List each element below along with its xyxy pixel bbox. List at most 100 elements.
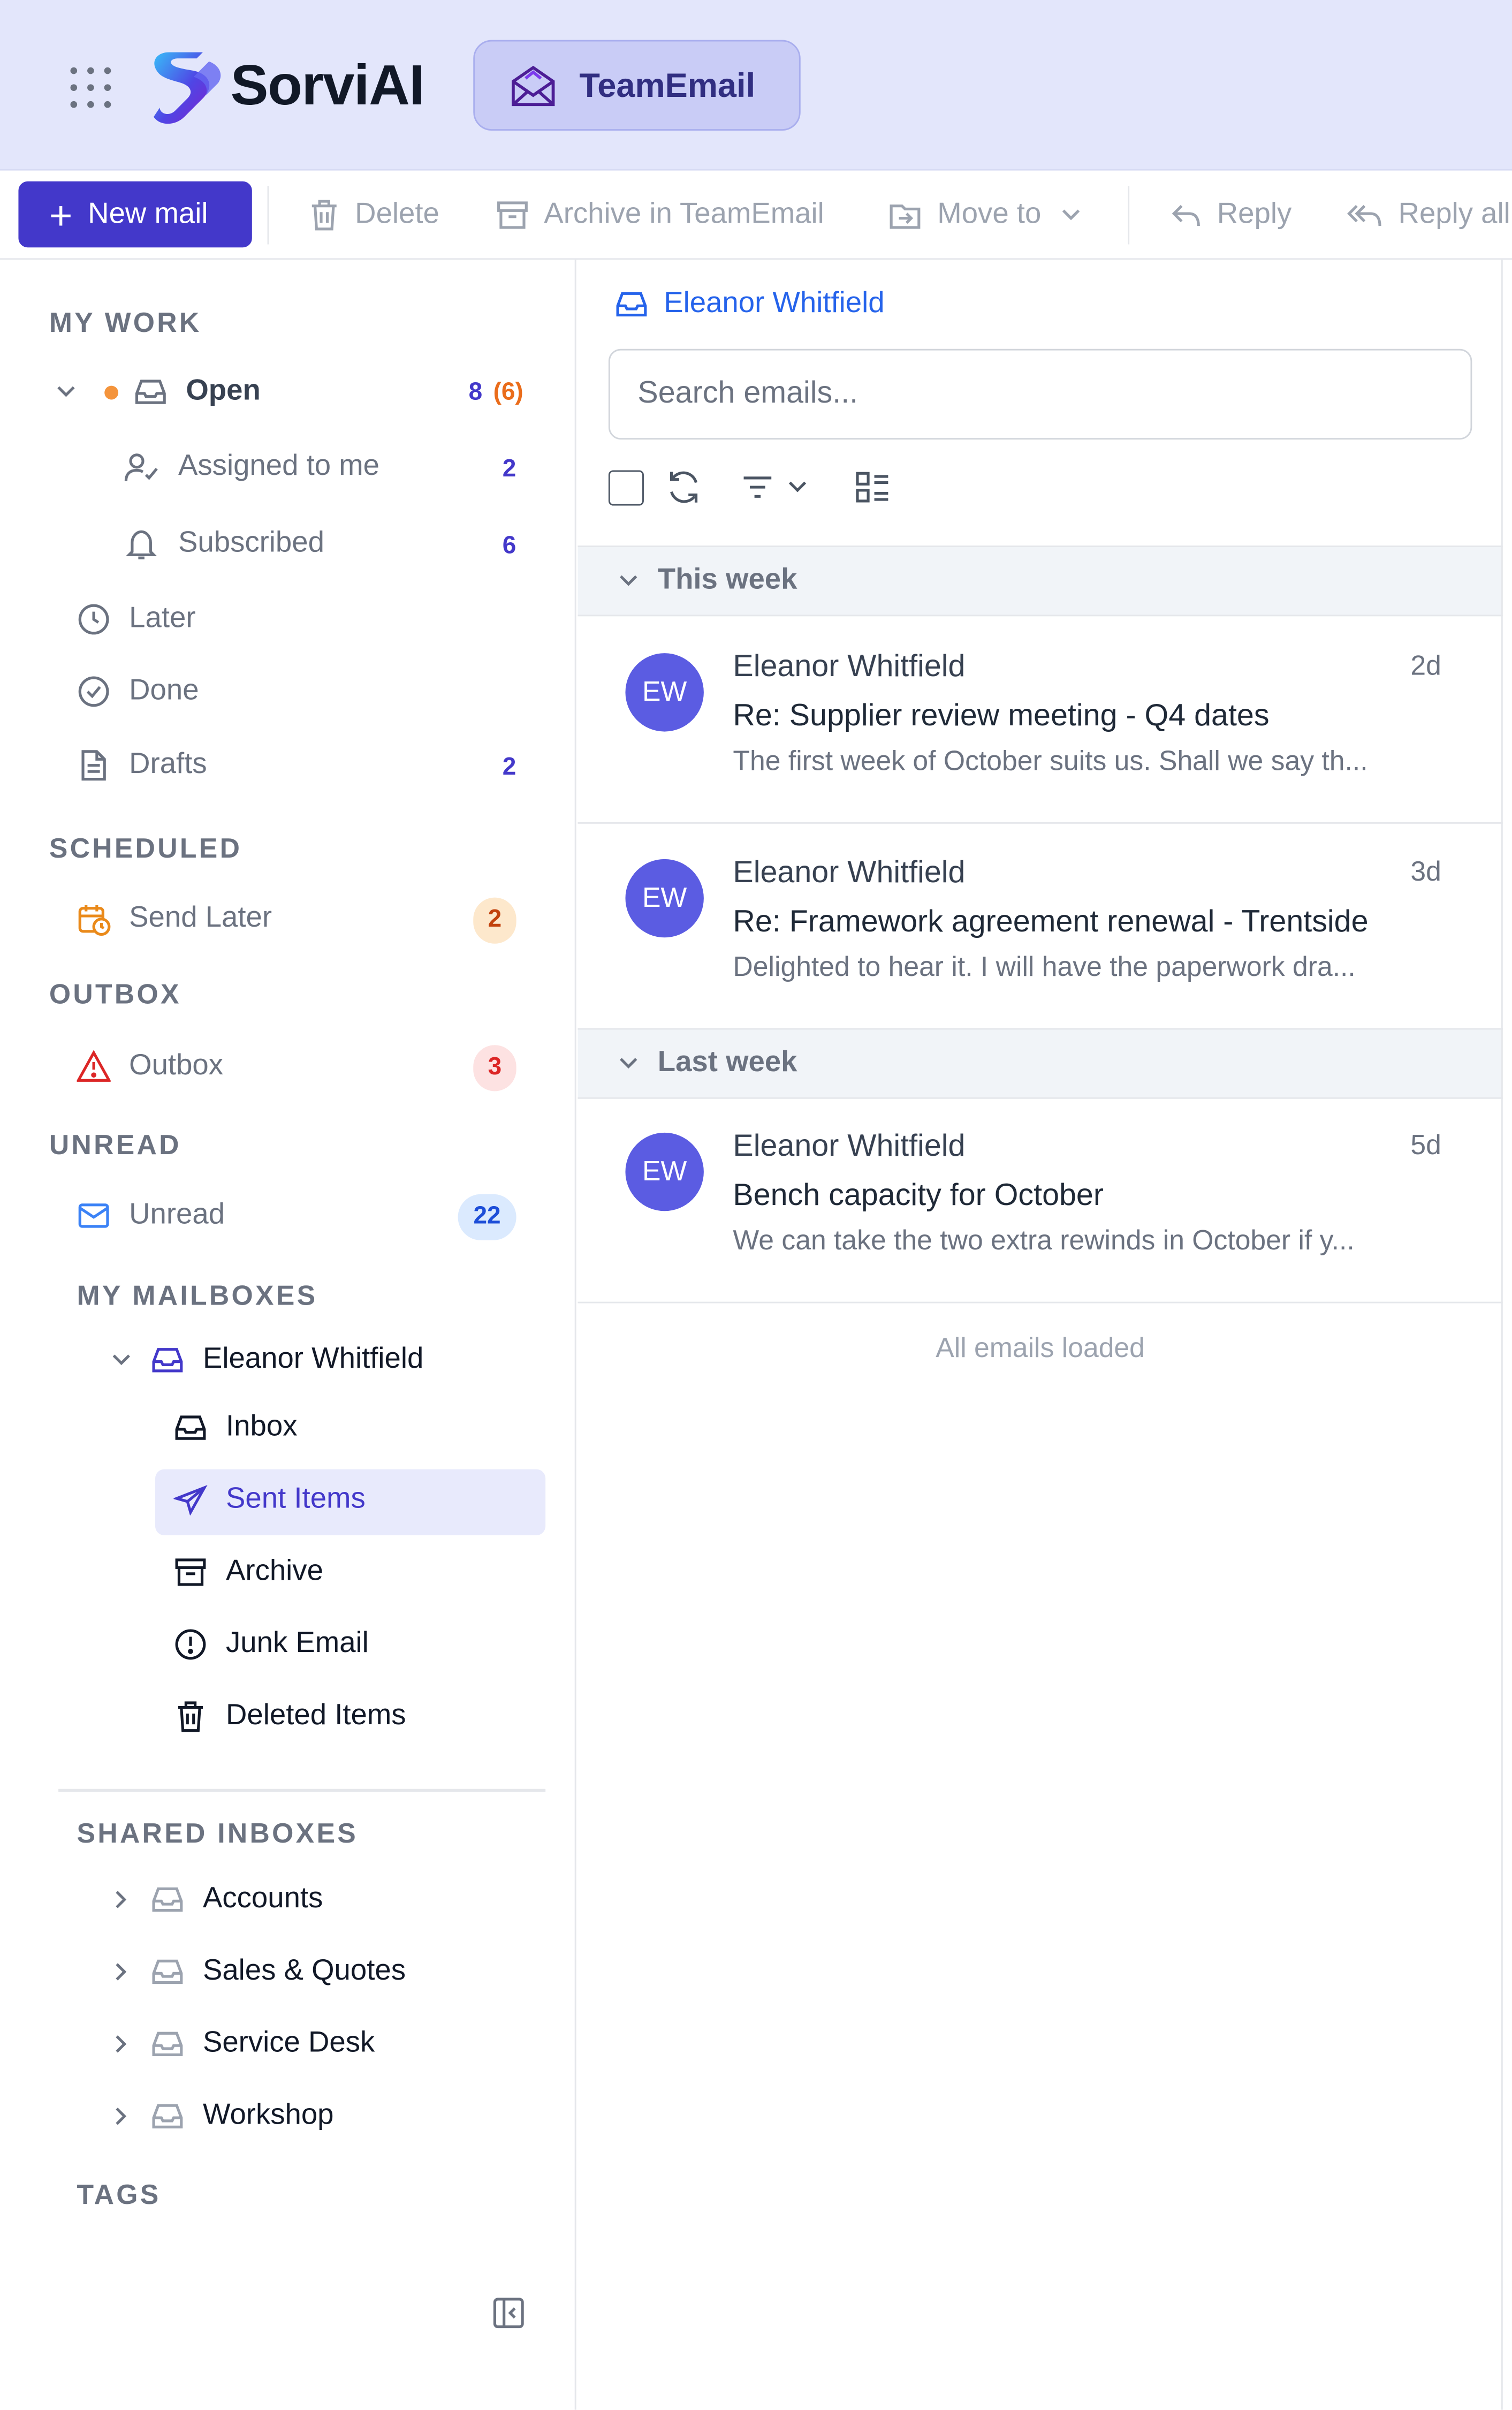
section-unread: UNREAD [49, 1130, 181, 1161]
folder-sent-items[interactable]: Sent Items [173, 1483, 366, 1517]
new-mail-button[interactable]: + New mail [18, 181, 252, 248]
view-options-icon[interactable] [854, 469, 891, 513]
sidebar-item-unread[interactable]: Unread [77, 1199, 225, 1232]
archive-icon [497, 201, 528, 229]
sidebar-item-done[interactable]: Done [77, 675, 199, 708]
list-actions [608, 466, 1069, 515]
email-preview: Delighted to hear it. I will have the pa… [733, 951, 1356, 982]
drafts-count: 2 [502, 754, 516, 781]
archive-icon [175, 1558, 206, 1586]
sidebar-item-later[interactable]: Later [77, 602, 196, 636]
email-sender: Eleanor Whitfield [733, 650, 966, 684]
delete-label: Delete [355, 198, 439, 231]
envelope-open-icon [508, 62, 558, 108]
toolbar-divider [1128, 186, 1130, 245]
inbox-icon [152, 1959, 183, 1984]
email-subject: Bench capacity for October [733, 1179, 1104, 1213]
group-header-last-week[interactable]: Last week [578, 1028, 1503, 1099]
chevron-right-icon [116, 1891, 127, 1908]
outbox-count: 3 [473, 1045, 516, 1092]
email-preview: We can take the two extra rewinds in Oct… [733, 1225, 1355, 1256]
trash-icon [311, 200, 337, 231]
teamemail-app-button[interactable]: TeamEmail [473, 40, 801, 131]
brand-logo: SorviAI [148, 46, 425, 126]
email-sender: Eleanor Whitfield [733, 1130, 966, 1164]
folder-inbox[interactable]: Inbox [173, 1411, 297, 1445]
sidebar-item-subscribed[interactable]: Subscribed [123, 527, 324, 561]
chevron-right-icon [116, 2108, 127, 2125]
sidebar-item-drafts[interactable]: Drafts [77, 748, 207, 782]
group-label: This week [657, 564, 797, 596]
folder-junk[interactable]: Junk Email [173, 1627, 369, 1661]
brand-name: SorviAI [230, 54, 425, 117]
chevron-down-icon [57, 386, 75, 397]
folder-sent-items-label: Sent Items [226, 1483, 366, 1515]
current-mailbox[interactable]: Eleanor Whitfield [614, 287, 885, 321]
inbox-icon [616, 292, 647, 317]
app-launcher-icon[interactable] [67, 65, 113, 111]
archive-label: Archive in TeamEmail [544, 198, 824, 231]
pane-divider [1501, 260, 1503, 2410]
sidebar-item-assigned[interactable]: Assigned to me [123, 450, 379, 484]
trash-icon [178, 1701, 203, 1732]
filter-icon[interactable] [741, 472, 808, 502]
email-row[interactable]: EW Eleanor Whitfield 2d Re: Supplier rev… [578, 616, 1503, 824]
shared-inbox-workshop[interactable]: Workshop [113, 2100, 334, 2133]
bell-icon [125, 530, 157, 559]
group-header-this-week[interactable]: This week [578, 545, 1503, 617]
section-outbox: OUTBOX [49, 979, 181, 1010]
refresh-icon[interactable] [664, 467, 704, 515]
later-label: Later [129, 602, 196, 635]
sidebar-item-outbox[interactable]: Outbox [77, 1049, 224, 1083]
open-label: Open [186, 375, 261, 407]
sidebar-item-open[interactable]: Open [55, 375, 261, 409]
reply-all-button[interactable]: Reply all [1346, 171, 1510, 260]
email-list-pane: Eleanor Whitfield This week EW Eleanor W… [578, 260, 1503, 2410]
email-row[interactable]: EW Eleanor Whitfield 3d Re: Framework ag… [578, 824, 1503, 1030]
shared-inbox-sales-quotes[interactable]: Sales & Quotes [113, 1955, 406, 1989]
reply-all-label: Reply all [1398, 198, 1510, 231]
folder-archive-label: Archive [226, 1555, 323, 1588]
avatar: EW [625, 653, 704, 732]
section-my-mailboxes: MY MAILBOXES [77, 1280, 318, 1311]
warning-icon [77, 1050, 111, 1082]
sidebar-item-send-later[interactable]: Send Later [77, 902, 272, 936]
move-to-button[interactable]: Move to [888, 171, 1096, 260]
archive-button[interactable]: Archive in TeamEmail [496, 171, 824, 260]
mailbox-owner[interactable]: Eleanor Whitfield [111, 1343, 424, 1377]
search-input[interactable] [608, 348, 1472, 440]
collapse-sidebar-icon[interactable] [492, 2296, 526, 2338]
move-folder-icon [890, 204, 921, 229]
email-date: 3d [1410, 856, 1441, 887]
chevron-down-icon [620, 1058, 637, 1069]
avatar: EW [625, 1132, 704, 1211]
folder-archive[interactable]: Archive [173, 1555, 323, 1589]
mailbox-owner-label: Eleanor Whitfield [202, 1343, 424, 1376]
send-later-count: 2 [473, 897, 516, 944]
new-mail-label: New mail [88, 197, 208, 230]
subscribed-count: 6 [502, 533, 516, 560]
sorvi-logo-icon [154, 52, 221, 124]
shared-inbox-label: Service Desk [202, 2027, 375, 2060]
subscribed-label: Subscribed [178, 527, 324, 560]
outbox-label: Outbox [129, 1049, 224, 1082]
email-date: 5d [1410, 1130, 1441, 1161]
chevron-down-icon [112, 1354, 130, 1366]
delete-button[interactable]: Delete [309, 171, 439, 260]
select-all-checkbox[interactable] [608, 470, 644, 506]
open-count-extra: (6) [493, 380, 523, 406]
shared-inbox-service-desk[interactable]: Service Desk [113, 2027, 375, 2061]
folder-inbox-label: Inbox [226, 1411, 298, 1443]
toolbar-divider [267, 186, 269, 245]
chevron-down-icon [788, 481, 807, 492]
email-row[interactable]: EW Eleanor Whitfield 5d Bench capacity f… [578, 1099, 1503, 1303]
inbox-icon [135, 380, 166, 404]
calendar-clock-icon [78, 905, 111, 936]
app-name: TeamEmail [579, 65, 756, 104]
section-shared-inboxes: SHARED INBOXES [77, 1818, 359, 1849]
mail-icon [78, 1203, 109, 1228]
folder-junk-label: Junk Email [226, 1627, 369, 1660]
reply-button[interactable]: Reply [1171, 171, 1291, 260]
folder-deleted[interactable]: Deleted Items [173, 1700, 406, 1733]
shared-inbox-accounts[interactable]: Accounts [113, 1883, 323, 1916]
